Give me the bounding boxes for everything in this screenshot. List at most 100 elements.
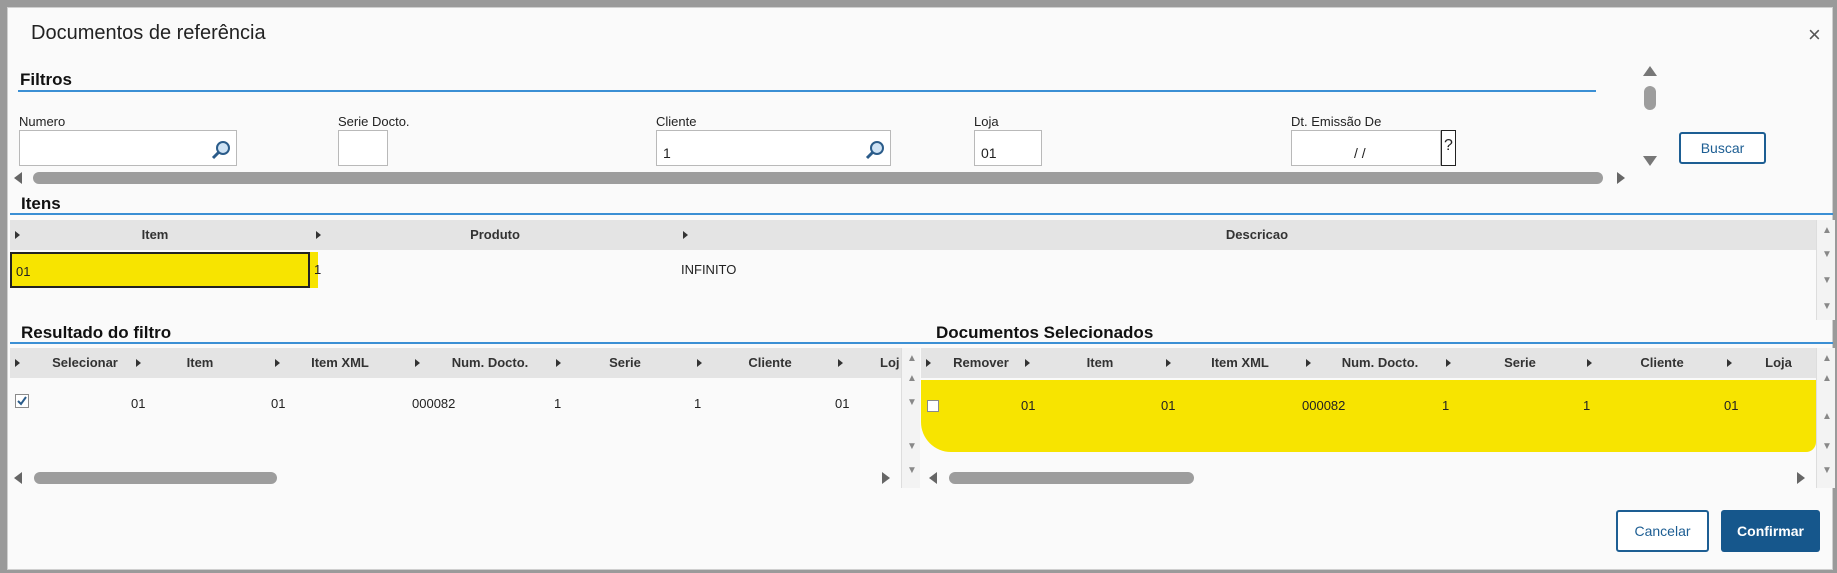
resultado-section-title: Resultado do filtro bbox=[21, 323, 172, 342]
sort-icon[interactable] bbox=[136, 359, 141, 367]
help-button[interactable]: ? bbox=[1441, 130, 1456, 166]
cliente-input[interactable]: 1 bbox=[656, 130, 891, 166]
column-header-loja[interactable]: Loj bbox=[880, 348, 901, 378]
scroll-page-down-icon[interactable]: ▼ bbox=[904, 438, 920, 456]
scroll-right-icon[interactable] bbox=[882, 472, 890, 484]
cancel-button[interactable]: Cancelar bbox=[1616, 510, 1709, 552]
column-header-remover[interactable]: Remover bbox=[941, 348, 1021, 378]
sort-icon[interactable] bbox=[415, 359, 420, 367]
scroll-down-icon[interactable]: ▼ bbox=[1819, 246, 1835, 264]
loja-input[interactable]: 01 bbox=[974, 130, 1042, 166]
column-header-serie[interactable]: Serie bbox=[1459, 348, 1581, 378]
sort-icon[interactable] bbox=[556, 359, 561, 367]
scroll-up-icon[interactable]: ▲ bbox=[904, 350, 920, 368]
column-header-num-docto[interactable]: Num. Docto. bbox=[430, 348, 550, 378]
scroll-page-up-icon[interactable]: ▲ bbox=[1819, 370, 1835, 388]
table-row[interactable]: 01 01 000082 1 1 01 bbox=[921, 380, 1816, 452]
column-header-item[interactable]: Item bbox=[30, 220, 280, 250]
close-icon[interactable]: × bbox=[1808, 22, 1821, 48]
sort-icon[interactable] bbox=[683, 231, 688, 239]
search-button[interactable]: Buscar bbox=[1679, 132, 1766, 164]
column-header-item-xml[interactable]: Item XML bbox=[1179, 348, 1301, 378]
serie-input[interactable] bbox=[338, 130, 388, 166]
sort-icon[interactable] bbox=[1587, 359, 1592, 367]
sort-icon[interactable] bbox=[316, 231, 321, 239]
sort-icon[interactable] bbox=[1025, 359, 1030, 367]
scroll-end-icon[interactable]: ▼ bbox=[904, 462, 920, 480]
sort-icon[interactable] bbox=[1727, 359, 1732, 367]
descricao-cell: INFINITO bbox=[681, 262, 737, 277]
sort-icon[interactable] bbox=[275, 359, 280, 367]
scroll-left-icon[interactable] bbox=[14, 172, 22, 184]
serie-cell: 1 bbox=[554, 396, 562, 411]
sort-icon[interactable] bbox=[15, 231, 20, 239]
resultado-table-header: Selecionar Item Item XML Num. Docto. Ser… bbox=[10, 348, 901, 378]
scroll-page-up-icon[interactable]: ▲ bbox=[904, 370, 920, 388]
item-cell: 01 bbox=[131, 396, 146, 411]
numero-label: Numero bbox=[19, 114, 66, 129]
selecionados-divider bbox=[922, 342, 1833, 344]
checkbox-checked-icon[interactable] bbox=[15, 394, 29, 408]
selecionados-table-header: Remover Item Item XML Num. Docto. Serie … bbox=[921, 348, 1816, 378]
search-icon[interactable] bbox=[864, 139, 886, 161]
scroll-up-icon[interactable] bbox=[1643, 66, 1657, 76]
sort-icon[interactable] bbox=[15, 359, 20, 367]
sort-icon[interactable] bbox=[1306, 359, 1311, 367]
sort-icon[interactable] bbox=[1166, 359, 1171, 367]
column-header-item[interactable]: Item bbox=[150, 348, 250, 378]
resultado-divider bbox=[10, 342, 922, 344]
scroll-down-icon[interactable]: ▲ bbox=[1819, 408, 1835, 426]
search-icon[interactable] bbox=[210, 139, 232, 161]
column-header-produto[interactable]: Produto bbox=[330, 220, 660, 250]
filters-section-title: Filtros bbox=[20, 70, 72, 89]
numero-input[interactable] bbox=[19, 130, 237, 166]
sort-icon[interactable] bbox=[1446, 359, 1451, 367]
remove-checkbox[interactable] bbox=[927, 400, 939, 412]
column-header-num-docto[interactable]: Num. Docto. bbox=[1319, 348, 1441, 378]
scroll-down-icon[interactable]: ▼ bbox=[904, 394, 920, 412]
scroll-right-icon[interactable] bbox=[1797, 472, 1805, 484]
filters-vertical-scrollbar[interactable] bbox=[1640, 66, 1660, 166]
column-header-loja[interactable]: Loja bbox=[1741, 348, 1816, 378]
scroll-right-icon[interactable] bbox=[1617, 172, 1625, 184]
selecionados-horizontal-scroll-thumb[interactable] bbox=[949, 472, 1194, 484]
selecionados-vertical-scrollbar[interactable]: ▲ ▲ ▲ ▼ ▼ bbox=[1816, 348, 1835, 488]
resultado-vertical-scrollbar[interactable]: ▲ ▲ ▼ ▼ ▼ bbox=[901, 348, 920, 488]
num-docto-cell: 000082 bbox=[412, 396, 456, 411]
table-row[interactable]: 01 1 INFINITO bbox=[10, 252, 1816, 288]
resultado-horizontal-scroll-thumb[interactable] bbox=[34, 472, 277, 484]
column-header-serie[interactable]: Serie bbox=[570, 348, 680, 378]
scroll-page-down-icon[interactable]: ▼ bbox=[1819, 272, 1835, 290]
column-header-selecionar[interactable]: Selecionar bbox=[30, 348, 140, 378]
column-header-cliente[interactable]: Cliente bbox=[1601, 348, 1723, 378]
sort-icon[interactable] bbox=[926, 359, 931, 367]
filters-divider bbox=[18, 90, 1596, 92]
scroll-page-down-icon[interactable]: ▼ bbox=[1819, 438, 1835, 456]
dialog-title: Documentos de referência bbox=[31, 22, 266, 44]
scroll-end-icon[interactable]: ▼ bbox=[1819, 298, 1835, 316]
scroll-left-icon[interactable] bbox=[929, 472, 937, 484]
scroll-up-icon[interactable]: ▲ bbox=[1819, 350, 1835, 368]
column-header-cliente[interactable]: Cliente bbox=[710, 348, 830, 378]
reference-documents-dialog: Documentos de referência × Filtros Numer… bbox=[7, 7, 1835, 570]
scroll-down-icon[interactable] bbox=[1643, 156, 1657, 166]
column-header-descricao[interactable]: Descricao bbox=[698, 220, 1816, 250]
scroll-end-icon[interactable]: ▼ bbox=[1819, 462, 1835, 480]
loja-value: 01 bbox=[981, 145, 997, 161]
scroll-up-icon[interactable]: ▲ bbox=[1819, 222, 1835, 240]
column-header-item-xml[interactable]: Item XML bbox=[290, 348, 390, 378]
selecionados-section-title: Documentos Selecionados bbox=[936, 323, 1154, 342]
loja-cell: 01 bbox=[835, 396, 850, 411]
item-xml-cell: 01 bbox=[1161, 398, 1176, 413]
dt-emissao-input[interactable]: / / bbox=[1291, 130, 1441, 166]
item-cell-selected[interactable]: 01 bbox=[10, 252, 310, 288]
column-header-item[interactable]: Item bbox=[1039, 348, 1161, 378]
itens-vertical-scrollbar[interactable]: ▲ ▼ ▼ ▼ bbox=[1816, 220, 1835, 320]
filters-horizontal-scroll-thumb[interactable] bbox=[33, 172, 1603, 184]
sort-icon[interactable] bbox=[697, 359, 702, 367]
scroll-thumb[interactable] bbox=[1644, 86, 1656, 110]
table-row[interactable]: 01 01 000082 1 1 01 bbox=[10, 380, 901, 416]
confirm-button[interactable]: Confirmar bbox=[1721, 510, 1820, 552]
sort-icon[interactable] bbox=[838, 359, 843, 367]
scroll-left-icon[interactable] bbox=[14, 472, 22, 484]
